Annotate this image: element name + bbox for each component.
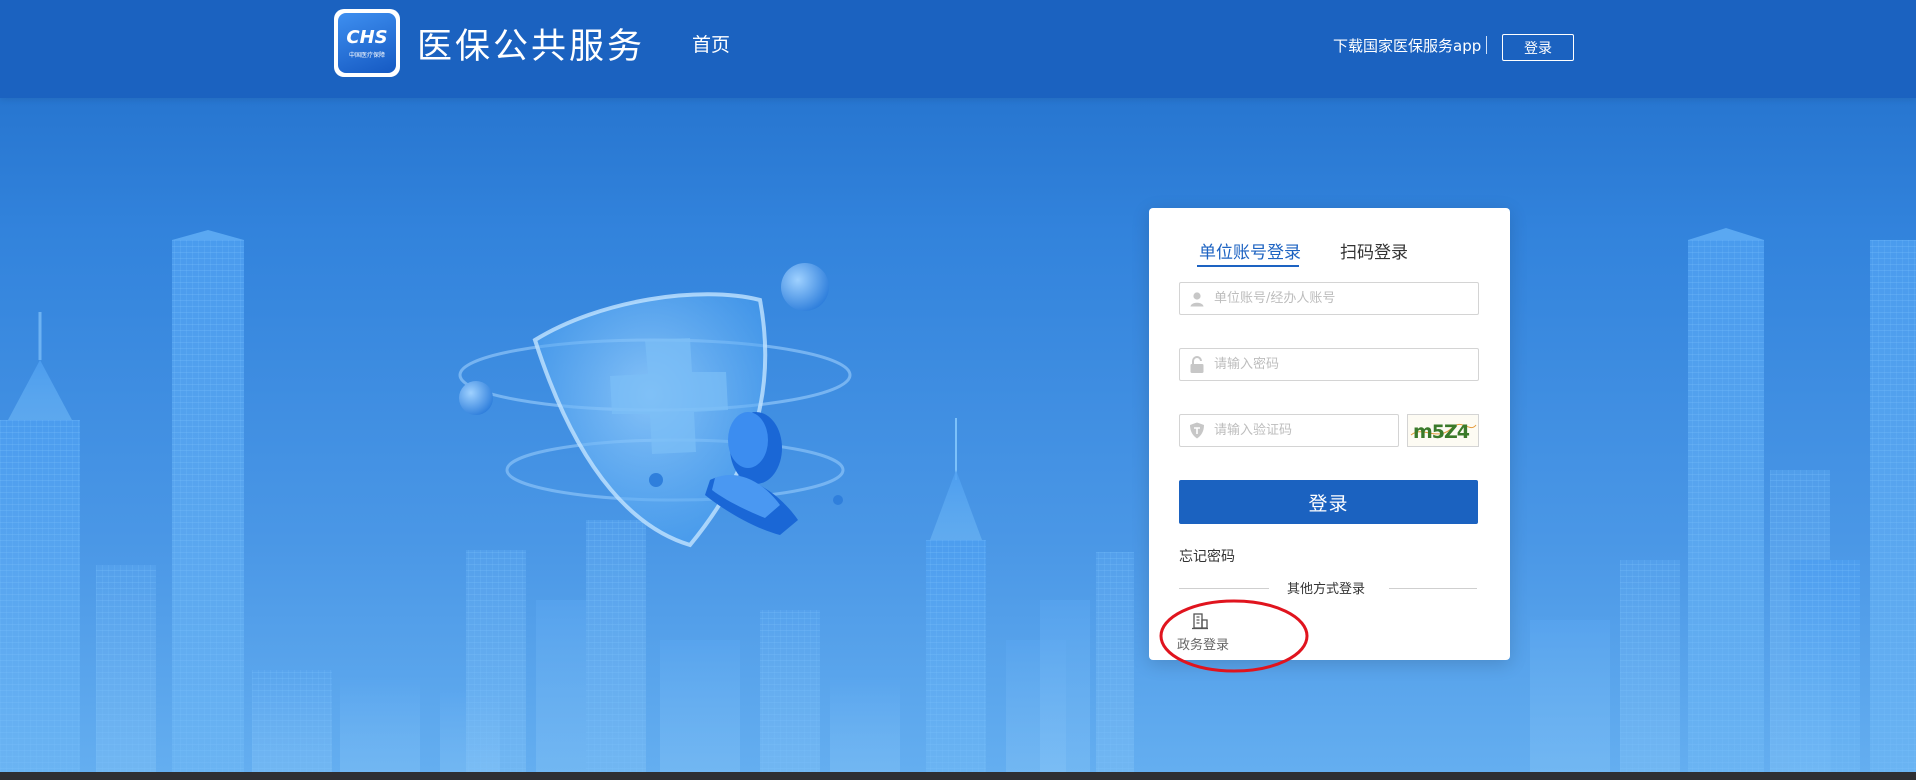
center-tower: [926, 418, 1134, 772]
nav-home-link[interactable]: 首页: [692, 30, 730, 57]
login-card: 单位账号登录 扫码登录 m5Z4 登录 忘记密码 其他方式登录: [1149, 208, 1510, 660]
header-divider: [1486, 36, 1487, 54]
captcha-field: [1179, 414, 1399, 447]
logo-mark: CHS 中国医疗保障: [338, 13, 396, 73]
right-buildings: [1530, 228, 1916, 772]
top-header: CHS 中国医疗保障 医保公共服务 首页 下载国家医保服务app 登录: [0, 0, 1916, 98]
logo-abbr: CHS: [346, 27, 388, 48]
lock-icon: [1180, 355, 1214, 374]
password-field: [1179, 348, 1479, 381]
tab-account-login[interactable]: 单位账号登录: [1199, 238, 1301, 263]
forgot-password-link[interactable]: 忘记密码: [1179, 546, 1235, 566]
divider-right: [1389, 588, 1477, 589]
city-skyline-illustration: [0, 228, 1916, 772]
shield-illustration: [458, 263, 852, 548]
shield-icon: [1180, 422, 1214, 439]
tab-qr-login[interactable]: 扫码登录: [1340, 238, 1408, 263]
download-app-link[interactable]: 下载国家医保服务app: [1333, 35, 1481, 56]
captcha-image[interactable]: m5Z4: [1407, 414, 1479, 447]
account-field: [1179, 282, 1479, 315]
user-icon: [1180, 291, 1214, 307]
logo-subtitle: 中国医疗保障: [348, 52, 385, 59]
highlight-circle-annotation: [1159, 599, 1309, 673]
site-logo[interactable]: CHS 中国医疗保障: [334, 9, 400, 77]
bottom-bar: [0, 772, 1916, 780]
captcha-text: m5Z4: [1413, 421, 1470, 443]
account-input[interactable]: [1214, 284, 1478, 313]
captcha-input[interactable]: [1214, 416, 1398, 445]
active-tab-indicator: [1197, 265, 1299, 267]
site-title: 医保公共服务: [417, 27, 646, 67]
header-login-button[interactable]: 登录: [1502, 34, 1574, 61]
password-input[interactable]: [1214, 350, 1478, 379]
login-submit-button[interactable]: 登录: [1179, 480, 1478, 524]
divider-left: [1179, 588, 1269, 589]
page-background: [0, 0, 1916, 772]
other-login-methods-label: 其他方式登录: [1287, 582, 1366, 597]
